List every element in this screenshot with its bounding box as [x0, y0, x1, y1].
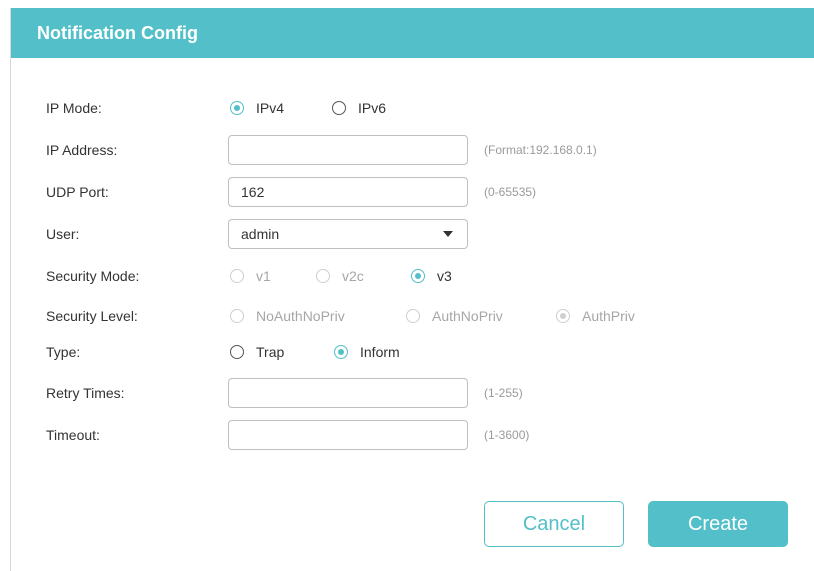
ip-mode-row: IP Mode: IPv4 IPv6 — [11, 93, 811, 123]
create-button[interactable]: Create — [648, 501, 788, 547]
ip-mode-ipv6-label: IPv6 — [358, 100, 387, 116]
user-row: User: admin — [11, 219, 811, 249]
security-level-authpriv-radio[interactable]: AuthPriv — [556, 301, 635, 331]
security-level-noauthnopriv-label: NoAuthNoPriv — [256, 308, 345, 324]
timeout-label: Timeout: — [46, 427, 100, 443]
type-inform-label: Inform — [360, 344, 400, 360]
dialog-title: Notification Config — [37, 22, 198, 43]
user-label: User: — [46, 226, 80, 242]
radio-checked-icon — [334, 345, 348, 359]
ip-address-row: IP Address: (Format:192.168.0.1) — [11, 135, 811, 165]
security-mode-v3-radio[interactable]: v3 — [411, 261, 452, 291]
dialog-header: Notification Config — [11, 8, 814, 58]
security-level-noauthnopriv-radio[interactable]: NoAuthNoPriv — [230, 301, 345, 331]
retry-times-row: Retry Times: (1-255) — [11, 378, 811, 408]
notification-config-dialog: Notification Config IP Mode: IPv4 IPv6 I… — [10, 8, 814, 571]
security-mode-v1-radio[interactable]: v1 — [230, 261, 271, 291]
security-mode-v2c-label: v2c — [342, 268, 364, 284]
timeout-input[interactable] — [228, 420, 468, 450]
retry-times-label: Retry Times: — [46, 385, 125, 401]
security-level-row: Security Level: NoAuthNoPriv AuthNoPriv … — [11, 301, 811, 331]
type-trap-label: Trap — [256, 344, 285, 360]
security-mode-label: Security Mode: — [46, 268, 140, 284]
radio-disabled-checked-icon — [556, 309, 570, 323]
udp-port-input[interactable] — [228, 177, 468, 207]
radio-disabled-icon — [230, 309, 244, 323]
udp-port-hint: (0-65535) — [484, 185, 537, 199]
security-mode-row: Security Mode: v1 v2c v3 — [11, 261, 811, 291]
caret-down-icon — [443, 231, 453, 237]
radio-unchecked-icon — [332, 101, 346, 115]
timeout-hint: (1-3600) — [484, 428, 530, 442]
security-mode-v3-label: v3 — [437, 268, 452, 284]
security-level-authpriv-label: AuthPriv — [582, 308, 635, 324]
ip-address-input[interactable] — [228, 135, 468, 165]
ip-mode-ipv6-radio[interactable]: IPv6 — [332, 93, 386, 123]
user-select[interactable]: admin — [228, 219, 468, 249]
security-level-label: Security Level: — [46, 308, 138, 324]
ip-address-hint: (Format:192.168.0.1) — [484, 143, 597, 157]
ip-mode-ipv4-radio[interactable]: IPv4 — [230, 93, 284, 123]
radio-disabled-icon — [406, 309, 420, 323]
type-row: Type: Trap Inform — [11, 337, 811, 367]
type-label: Type: — [46, 344, 81, 360]
timeout-row: Timeout: (1-3600) — [11, 420, 811, 450]
type-trap-radio[interactable]: Trap — [230, 337, 284, 367]
cancel-button[interactable]: Cancel — [484, 501, 624, 547]
security-level-authnopriv-radio[interactable]: AuthNoPriv — [406, 301, 503, 331]
udp-port-label: UDP Port: — [46, 184, 109, 200]
security-mode-v1-label: v1 — [256, 268, 271, 284]
ip-address-label: IP Address: — [46, 142, 118, 158]
udp-port-row: UDP Port: (0-65535) — [11, 177, 811, 207]
radio-checked-icon — [230, 101, 244, 115]
ip-mode-ipv4-label: IPv4 — [256, 100, 285, 116]
user-select-value: admin — [241, 226, 280, 242]
retry-times-input[interactable] — [228, 378, 468, 408]
radio-disabled-icon — [316, 269, 330, 283]
radio-disabled-icon — [230, 269, 244, 283]
retry-times-hint: (1-255) — [484, 386, 523, 400]
type-inform-radio[interactable]: Inform — [334, 337, 400, 367]
security-mode-v2c-radio[interactable]: v2c — [316, 261, 364, 291]
radio-checked-icon — [411, 269, 425, 283]
radio-unchecked-icon — [230, 345, 244, 359]
ip-mode-label: IP Mode: — [46, 100, 102, 116]
security-level-authnopriv-label: AuthNoPriv — [432, 308, 503, 324]
